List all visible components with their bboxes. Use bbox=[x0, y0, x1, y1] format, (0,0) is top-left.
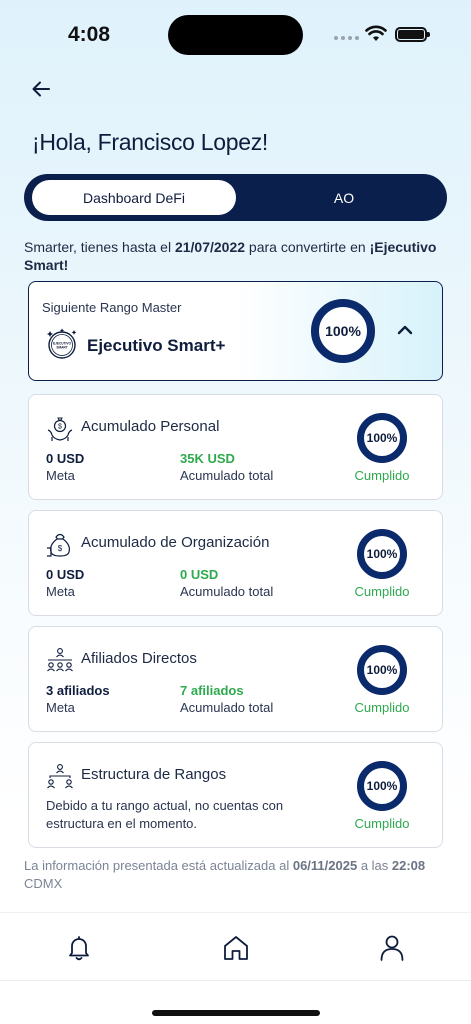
signal-icon bbox=[334, 36, 359, 40]
card-estructura-rangos: Estructura de Rangos Debido a tu rango a… bbox=[28, 742, 443, 848]
status-time: 4:08 bbox=[68, 23, 111, 46]
battery-icon bbox=[395, 27, 430, 42]
accumulated-value: 35K USD bbox=[180, 451, 235, 466]
card-acumulado-organizacion: $ Acumulado de Organización 0 USD Meta 0… bbox=[28, 510, 443, 616]
deadline-date: 21/07/2022 bbox=[174, 239, 246, 255]
accumulated-label: Acumulado total bbox=[180, 468, 274, 483]
rank-progress-ring: 100% bbox=[311, 299, 375, 363]
card-title: Afiliados Directos bbox=[81, 650, 197, 667]
status-label: Cumplido bbox=[354, 700, 410, 715]
tab-divider bbox=[0, 980, 471, 981]
progress-ring: 100% bbox=[357, 645, 407, 695]
wifi-icon bbox=[365, 25, 387, 41]
home-indicator bbox=[152, 1010, 320, 1016]
goal-value: 0 USD bbox=[46, 451, 85, 466]
status-label: Cumplido bbox=[354, 816, 410, 831]
svg-text:$: $ bbox=[58, 424, 62, 431]
chevron-up-icon[interactable] bbox=[395, 320, 415, 340]
svg-text:$: $ bbox=[58, 544, 63, 553]
bottom-tab-bar bbox=[0, 912, 471, 1024]
progress-ring: 100% bbox=[357, 413, 407, 463]
home-icon[interactable] bbox=[221, 933, 251, 963]
bell-icon[interactable] bbox=[64, 933, 94, 963]
dynamic-island bbox=[168, 15, 303, 55]
card-title: Acumulado de Organización bbox=[81, 534, 270, 551]
next-rank-card[interactable]: Siguiente Rango Master EJECUTIVO SMART E… bbox=[28, 281, 443, 381]
deadline-notice: Smarter, tienes hasta el 21/07/2022 para… bbox=[24, 239, 437, 273]
card-title: Estructura de Rangos bbox=[81, 766, 227, 783]
back-arrow-icon[interactable] bbox=[28, 76, 54, 102]
updated-time: 22:08 bbox=[391, 858, 426, 873]
accumulated-label: Acumulado total bbox=[180, 584, 274, 599]
status-bar: 4:08 bbox=[0, 0, 471, 70]
goal-value: 3 afiliados bbox=[46, 683, 110, 698]
profile-icon[interactable] bbox=[377, 933, 407, 963]
hierarchy-icon bbox=[47, 764, 73, 789]
progress-text: 100% bbox=[367, 547, 398, 561]
progress-text: 100% bbox=[367, 779, 398, 793]
progress-ring: 100% bbox=[357, 529, 407, 579]
money-hand-icon: $ bbox=[47, 417, 73, 441]
card-afiliados-directos: Afiliados Directos 3 afiliados Meta 7 af… bbox=[28, 626, 443, 732]
progress-ring: 100% bbox=[357, 761, 407, 811]
greeting-title: ¡Hola, Francisco Lopez! bbox=[32, 129, 268, 155]
goal-label: Meta bbox=[46, 700, 75, 715]
goal-label: Meta bbox=[46, 584, 75, 599]
next-rank-name: Ejecutivo Smart+ bbox=[87, 336, 226, 355]
card-description: Debido a tu rango actual, no cuentas con… bbox=[46, 798, 284, 831]
accumulated-label: Acumulado total bbox=[180, 700, 274, 715]
rank-badge-icon: EJECUTIVO SMART bbox=[47, 328, 77, 359]
card-acumulado-personal: $ Acumulado Personal 0 USD Meta 35K USD … bbox=[28, 394, 443, 500]
tab-ao[interactable]: AO bbox=[246, 180, 442, 215]
progress-text: 100% bbox=[367, 431, 398, 445]
team-icon bbox=[47, 648, 73, 672]
next-rank-label: Siguiente Rango Master bbox=[42, 300, 182, 315]
accumulated-value: 7 afiliados bbox=[180, 683, 244, 698]
goal-label: Meta bbox=[46, 468, 75, 483]
progress-text: 100% bbox=[367, 663, 398, 677]
status-label: Cumplido bbox=[354, 584, 410, 599]
money-bag-icon: $ bbox=[47, 533, 70, 557]
svg-text:SMART: SMART bbox=[56, 346, 67, 350]
card-title: Acumulado Personal bbox=[81, 418, 220, 435]
accumulated-value: 0 USD bbox=[180, 567, 219, 582]
last-updated-note: La información presentada está actualiza… bbox=[24, 858, 426, 891]
updated-date: 06/11/2025 bbox=[292, 858, 358, 873]
goal-value: 0 USD bbox=[46, 567, 85, 582]
tab-dashboard-defi[interactable]: Dashboard DeFi bbox=[32, 180, 236, 215]
dashboard-tabs: Dashboard DeFi AO bbox=[24, 174, 447, 221]
status-label: Cumplido bbox=[354, 468, 410, 483]
rank-progress-text: 100% bbox=[325, 323, 361, 339]
